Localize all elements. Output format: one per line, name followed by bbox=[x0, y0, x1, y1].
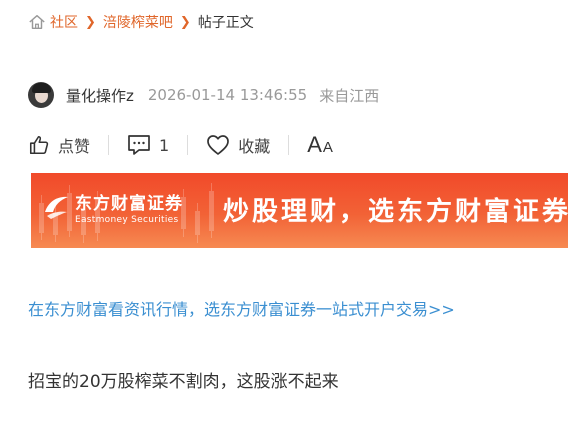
divider bbox=[187, 135, 189, 155]
chevron-right-icon: ❯ bbox=[179, 14, 191, 30]
comment-count: 1 bbox=[159, 135, 170, 155]
divider bbox=[108, 135, 110, 155]
chevron-right-icon: ❯ bbox=[85, 14, 96, 30]
post-location: 来自江西 bbox=[319, 86, 380, 105]
post-content: 招宝的20万股榨菜不割肉，这股涨不起来 bbox=[28, 372, 339, 392]
eastmoney-logo-icon bbox=[45, 196, 68, 219]
favorite-button[interactable]: 收藏 bbox=[206, 133, 270, 157]
breadcrumb: 社区 ❯ 涪陵榨菜吧 ❯ 帖子正文 bbox=[28, 12, 254, 32]
heart-icon bbox=[207, 135, 230, 155]
avatar[interactable] bbox=[28, 82, 54, 108]
post-actions: 点赞 1 收藏 AA bbox=[28, 131, 333, 159]
post-timestamp: 2026-01-14 13:46:55 bbox=[147, 86, 308, 104]
brand-name-cn: 东方财富证券 bbox=[75, 194, 183, 214]
thumbs-up-icon bbox=[29, 135, 49, 155]
breadcrumb-link-forum[interactable]: 涪陵榨菜吧 bbox=[103, 12, 173, 32]
ad-banner[interactable]: 东方财富证券 Eastmoney Securities 炒股理财，选东方财富证券 bbox=[31, 173, 568, 248]
eastmoney-brand: 东方财富证券 Eastmoney Securities bbox=[41, 189, 183, 225]
brand-name-en: Eastmoney Securities bbox=[75, 215, 179, 225]
favorite-label: 收藏 bbox=[238, 137, 271, 156]
breadcrumb-link-community[interactable]: 社区 bbox=[50, 12, 78, 32]
like-button[interactable]: 点赞 bbox=[28, 133, 90, 157]
promo-link[interactable]: 在东方财富看资讯行情，选东方财富证券一站式开户交易>> bbox=[28, 296, 455, 320]
font-size-icon: AA bbox=[307, 132, 333, 157]
banner-slogan: 炒股理财，选东方财富证券 bbox=[223, 197, 568, 227]
author-name[interactable]: 量化操作z bbox=[66, 85, 134, 106]
comment-button[interactable]: 1 bbox=[127, 134, 169, 156]
post-author-row: 量化操作z 2026-01-14 13:46:55 来自江西 bbox=[28, 82, 379, 108]
divider bbox=[288, 135, 290, 155]
breadcrumb-current: 帖子正文 bbox=[197, 15, 254, 31]
comment-icon bbox=[128, 135, 150, 155]
font-size-button[interactable]: AA bbox=[307, 132, 333, 158]
like-label: 点赞 bbox=[58, 137, 91, 156]
home-icon[interactable] bbox=[28, 13, 46, 31]
